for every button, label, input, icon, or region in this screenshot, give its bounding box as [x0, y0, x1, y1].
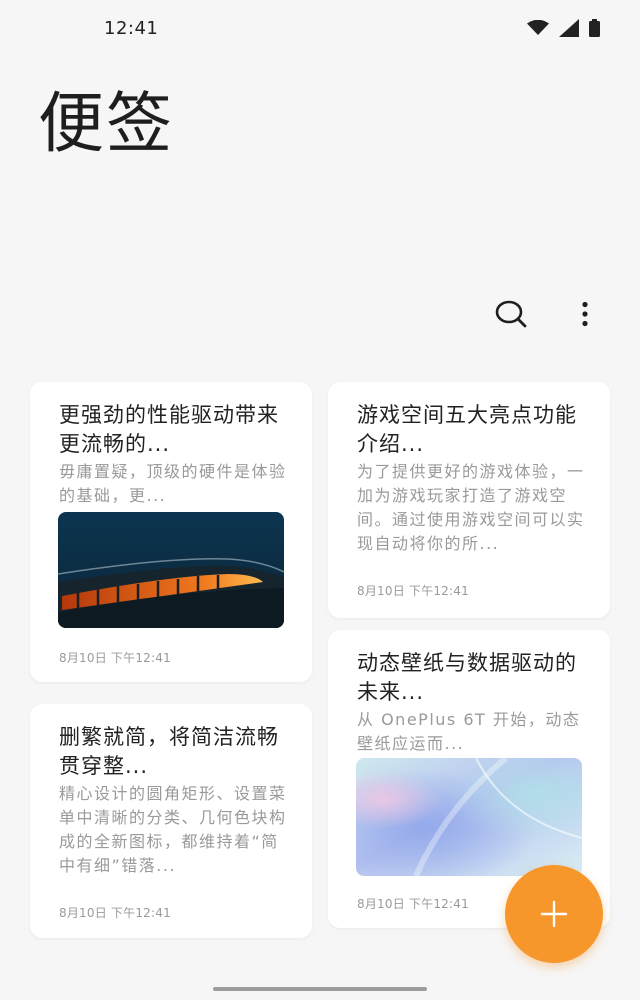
note-date: 8月10日 下午12:41: [59, 906, 171, 920]
note-preview: 从 OnePlus 6T 开始，动态壁纸应运而...: [357, 710, 581, 753]
add-note-button[interactable]: [505, 865, 603, 963]
note-date: 8月10日 下午12:41: [59, 651, 171, 665]
status-time: 12:41: [104, 18, 159, 39]
note-card[interactable]: 更强劲的性能驱动带来更流畅的... 毋庸置疑，顶级的硬件是体验的基础，更...: [30, 382, 312, 682]
wifi-icon: [527, 20, 549, 35]
note-image: [356, 758, 582, 876]
plus-icon: [540, 900, 568, 928]
note-title: 删繁就简，将简洁流畅贯穿整...: [59, 725, 279, 778]
note-title: 动态壁纸与数据驱动的未来...: [357, 651, 577, 704]
status-bar: 12:41: [0, 0, 640, 56]
notes-screen: 12:41 便签 更强劲的性能驱动带来更流畅的... 毋庸置疑，顶级的硬件是体验…: [0, 0, 640, 1000]
battery-icon: [589, 19, 600, 37]
train-at-night-image: [58, 512, 284, 628]
note-title: 游戏空间五大亮点功能介绍...: [357, 403, 577, 456]
note-preview: 精心设计的圆角矩形、设置菜单中清晰的分类、几何色块构成的全新图标，都维持着“简中…: [59, 784, 287, 875]
signal-icon: [559, 19, 579, 37]
note-title: 更强劲的性能驱动带来更流畅的...: [59, 403, 279, 456]
abstract-wallpaper-image: [356, 758, 582, 876]
note-image: [58, 512, 284, 628]
note-date: 8月10日 下午12:41: [357, 897, 469, 911]
search-button[interactable]: [493, 296, 529, 332]
page-title: 便签: [38, 85, 174, 162]
note-preview: 为了提供更好的游戏体验，一加为游戏玩家打造了游戏空间。通过使用游戏空间可以实现自…: [357, 462, 585, 553]
note-card[interactable]: 删繁就简，将简洁流畅贯穿整... 精心设计的圆角矩形、设置菜单中清晰的分类、几何…: [30, 704, 312, 938]
more-options-button[interactable]: [567, 296, 603, 332]
note-card[interactable]: 游戏空间五大亮点功能介绍... 为了提供更好的游戏体验，一加为游戏玩家打造了游戏…: [328, 382, 610, 618]
note-preview: 毋庸置疑，顶级的硬件是体验的基础，更...: [59, 462, 287, 505]
status-icons: [527, 19, 600, 37]
search-icon: [495, 300, 527, 328]
note-date: 8月10日 下午12:41: [357, 584, 469, 598]
more-vertical-icon: [582, 301, 588, 327]
home-indicator[interactable]: [213, 987, 427, 991]
